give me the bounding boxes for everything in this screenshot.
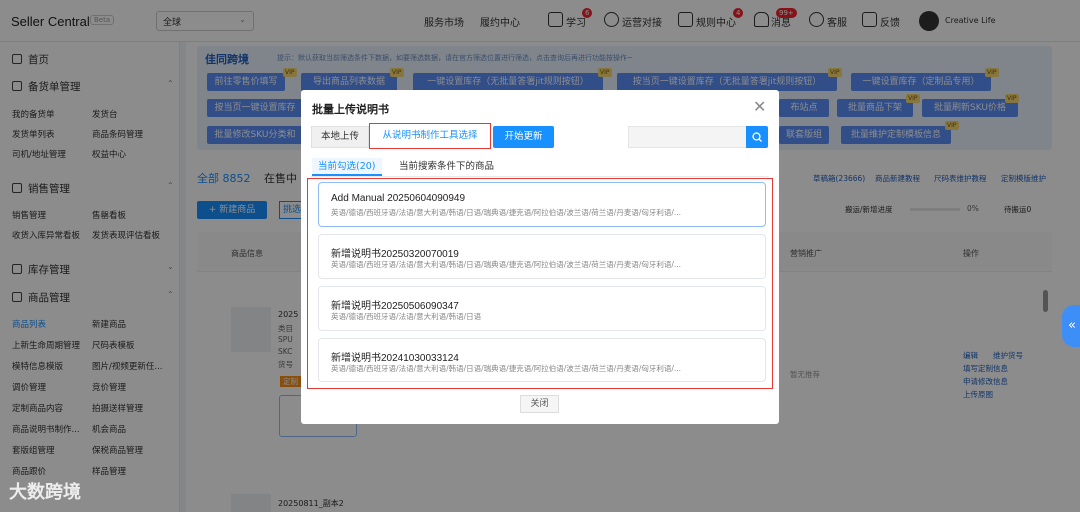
manual-card[interactable]: 新增说明书20241030033124 英语/德语/西班牙语/法语/意大利语/韩… <box>318 338 766 382</box>
manual-languages: 英语/德语/西班牙语/法语/意大利语/韩语/日语/瑞典语/捷克语/阿拉伯语/波兰… <box>331 364 682 373</box>
manual-languages: 英语/德语/西班牙语/法语/意大利语/韩语/日语/瑞典语/捷克语/阿拉伯语/波兰… <box>331 208 682 217</box>
tab-current-checked[interactable]: 当前勾选(20) <box>312 158 382 176</box>
tab-current-search[interactable]: 当前搜索条件下的商品 <box>393 158 500 176</box>
search-input[interactable] <box>628 126 747 148</box>
manual-title: 新增说明书20241030033124 <box>331 353 459 364</box>
manual-list: Add Manual 20250604090949 英语/德语/西班牙语/法语/… <box>307 178 773 389</box>
search-icon <box>752 132 762 142</box>
batch-upload-manual-dialog: 批量上传说明书 ✕ 本地上传 从说明书制作工具选择 开始更新 当前勾选(20) … <box>301 90 779 424</box>
watermark: 大数跨境 <box>9 482 81 503</box>
close-button[interactable]: 关闭 <box>520 395 559 413</box>
manual-card[interactable]: 新增说明书20250320070019 英语/德语/西班牙语/法语/意大利语/韩… <box>318 234 766 279</box>
tab-divider <box>311 176 769 177</box>
select-from-manual-tool-button[interactable]: 从说明书制作工具选择 <box>369 123 491 149</box>
manual-card[interactable]: 新增说明书20250506090347 英语/德语/西班牙语/法语/意大利语/韩… <box>318 286 766 331</box>
search-button[interactable] <box>746 126 768 148</box>
dialog-title: 批量上传说明书 <box>312 103 389 116</box>
collapse-panel-tab[interactable]: « <box>1062 305 1080 347</box>
start-update-button[interactable]: 开始更新 <box>493 126 554 148</box>
close-icon[interactable]: ✕ <box>753 97 766 116</box>
manual-title: Add Manual 20250604090949 <box>331 193 466 204</box>
manual-title: 新增说明书20250320070019 <box>331 249 459 260</box>
manual-languages: 英语/德语/西班牙语/法语/意大利语/韩语/日语/瑞典语/捷克语/阿拉伯语/波兰… <box>331 260 682 269</box>
manual-languages: 英语/德语/西班牙语/法语/意大利语/韩语/日语 <box>331 312 482 321</box>
manual-card[interactable]: Add Manual 20250604090949 英语/德语/西班牙语/法语/… <box>318 182 766 227</box>
local-upload-tab[interactable]: 本地上传 <box>311 126 369 148</box>
manual-title: 新增说明书20250506090347 <box>331 301 459 312</box>
